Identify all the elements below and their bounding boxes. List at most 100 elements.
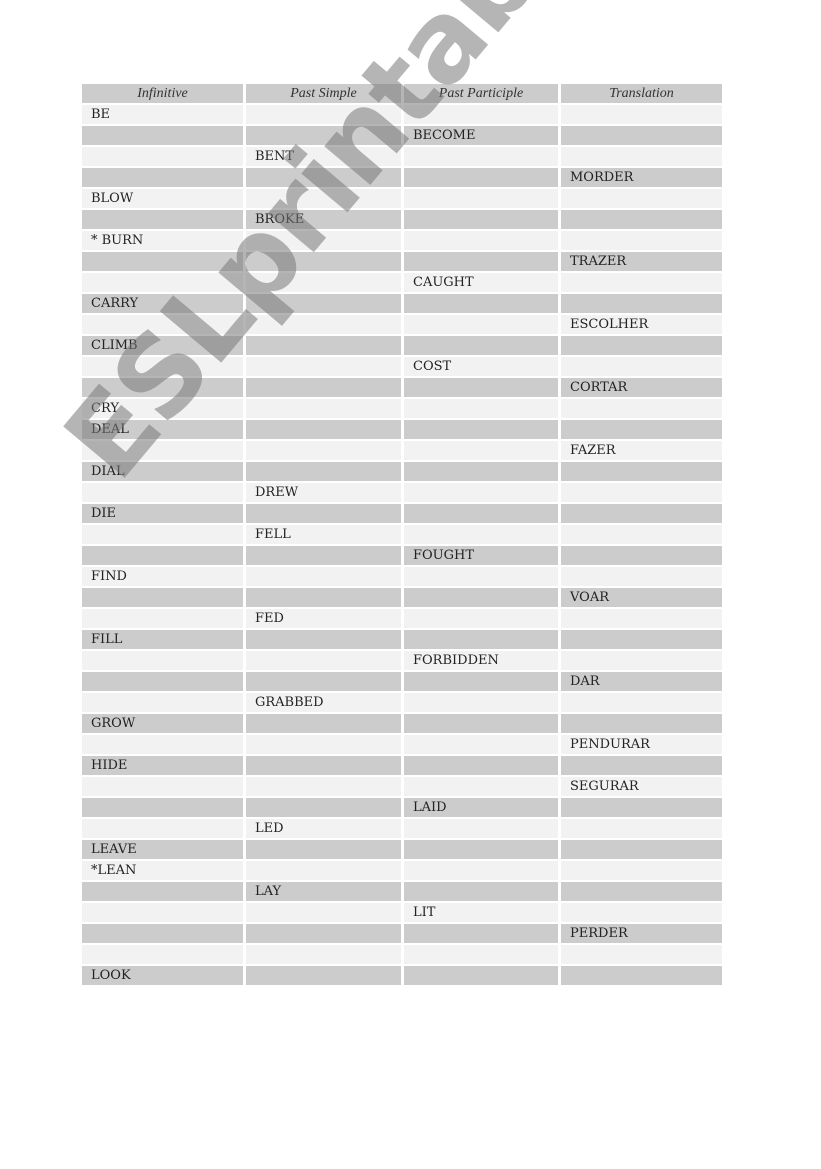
cell-past-participle[interactable] (404, 525, 558, 546)
cell-infinitive[interactable]: BLOW (82, 189, 243, 210)
cell-translation[interactable] (561, 714, 722, 735)
cell-past-participle[interactable] (404, 714, 558, 735)
cell-past-simple[interactable]: GRABBED (246, 693, 401, 714)
cell-infinitive[interactable] (82, 609, 243, 630)
cell-infinitive[interactable] (82, 651, 243, 672)
cell-translation[interactable] (561, 483, 722, 504)
cell-past-participle[interactable] (404, 693, 558, 714)
cell-translation[interactable] (561, 756, 722, 777)
cell-infinitive[interactable] (82, 483, 243, 504)
cell-translation[interactable] (561, 840, 722, 861)
cell-infinitive[interactable] (82, 882, 243, 903)
cell-past-simple[interactable]: BENT (246, 147, 401, 168)
cell-past-simple[interactable] (246, 336, 401, 357)
cell-translation[interactable] (561, 903, 722, 924)
cell-infinitive[interactable]: FILL (82, 630, 243, 651)
cell-infinitive[interactable] (82, 147, 243, 168)
cell-past-participle[interactable]: FORBIDDEN (404, 651, 558, 672)
cell-translation[interactable] (561, 651, 722, 672)
cell-past-simple[interactable]: BROKE (246, 210, 401, 231)
cell-past-participle[interactable] (404, 504, 558, 525)
cell-infinitive[interactable]: CLIMB (82, 336, 243, 357)
cell-past-participle[interactable] (404, 588, 558, 609)
cell-translation[interactable] (561, 210, 722, 231)
cell-past-participle[interactable] (404, 945, 558, 966)
cell-translation[interactable]: CORTAR (561, 378, 722, 399)
cell-translation[interactable] (561, 126, 722, 147)
cell-translation[interactable] (561, 819, 722, 840)
cell-past-simple[interactable] (246, 714, 401, 735)
cell-translation[interactable] (561, 882, 722, 903)
cell-translation[interactable] (561, 273, 722, 294)
cell-past-participle[interactable] (404, 315, 558, 336)
cell-past-simple[interactable] (246, 777, 401, 798)
cell-past-participle[interactable] (404, 168, 558, 189)
cell-past-participle[interactable] (404, 441, 558, 462)
cell-past-simple[interactable] (246, 735, 401, 756)
cell-past-participle[interactable] (404, 924, 558, 945)
cell-translation[interactable] (561, 861, 722, 882)
cell-past-simple[interactable]: DREW (246, 483, 401, 504)
cell-past-simple[interactable] (246, 441, 401, 462)
cell-infinitive[interactable]: BE (82, 105, 243, 126)
cell-translation[interactable] (561, 357, 722, 378)
cell-infinitive[interactable] (82, 777, 243, 798)
cell-infinitive[interactable] (82, 378, 243, 399)
cell-infinitive[interactable] (82, 945, 243, 966)
cell-infinitive[interactable]: LOOK (82, 966, 243, 987)
cell-translation[interactable] (561, 336, 722, 357)
cell-translation[interactable] (561, 567, 722, 588)
cell-past-participle[interactable] (404, 189, 558, 210)
cell-past-simple[interactable] (246, 651, 401, 672)
cell-past-simple[interactable]: FED (246, 609, 401, 630)
cell-past-simple[interactable] (246, 189, 401, 210)
cell-past-participle[interactable] (404, 777, 558, 798)
cell-translation[interactable] (561, 504, 722, 525)
cell-past-simple[interactable] (246, 462, 401, 483)
cell-past-participle[interactable] (404, 420, 558, 441)
cell-infinitive[interactable] (82, 210, 243, 231)
cell-past-participle[interactable] (404, 378, 558, 399)
cell-past-simple[interactable] (246, 798, 401, 819)
cell-translation[interactable] (561, 105, 722, 126)
cell-past-participle[interactable] (404, 756, 558, 777)
cell-past-simple[interactable] (246, 420, 401, 441)
cell-translation[interactable] (561, 693, 722, 714)
cell-past-participle[interactable] (404, 672, 558, 693)
cell-infinitive[interactable] (82, 168, 243, 189)
cell-past-simple[interactable] (246, 168, 401, 189)
cell-past-simple[interactable] (246, 546, 401, 567)
cell-infinitive[interactable] (82, 903, 243, 924)
cell-past-simple[interactable] (246, 315, 401, 336)
cell-past-participle[interactable] (404, 882, 558, 903)
cell-translation[interactable]: TRAZER (561, 252, 722, 273)
cell-past-participle[interactable] (404, 462, 558, 483)
cell-infinitive[interactable] (82, 693, 243, 714)
cell-past-participle[interactable]: CAUGHT (404, 273, 558, 294)
cell-infinitive[interactable] (82, 252, 243, 273)
cell-past-participle[interactable] (404, 630, 558, 651)
cell-translation[interactable] (561, 399, 722, 420)
cell-past-simple[interactable] (246, 231, 401, 252)
cell-past-participle[interactable] (404, 231, 558, 252)
cell-infinitive[interactable]: * BURN (82, 231, 243, 252)
cell-past-participle[interactable] (404, 966, 558, 987)
cell-infinitive[interactable] (82, 819, 243, 840)
cell-translation[interactable] (561, 798, 722, 819)
cell-past-simple[interactable] (246, 399, 401, 420)
cell-past-participle[interactable] (404, 735, 558, 756)
cell-infinitive[interactable] (82, 672, 243, 693)
cell-past-simple[interactable] (246, 252, 401, 273)
cell-translation[interactable] (561, 546, 722, 567)
cell-translation[interactable]: MORDER (561, 168, 722, 189)
cell-infinitive[interactable] (82, 273, 243, 294)
cell-past-simple[interactable] (246, 378, 401, 399)
cell-translation[interactable] (561, 147, 722, 168)
cell-past-simple[interactable] (246, 273, 401, 294)
cell-past-participle[interactable] (404, 294, 558, 315)
cell-past-simple[interactable] (246, 966, 401, 987)
cell-infinitive[interactable] (82, 525, 243, 546)
cell-infinitive[interactable]: FIND (82, 567, 243, 588)
cell-past-participle[interactable]: LIT (404, 903, 558, 924)
cell-past-simple[interactable] (246, 567, 401, 588)
